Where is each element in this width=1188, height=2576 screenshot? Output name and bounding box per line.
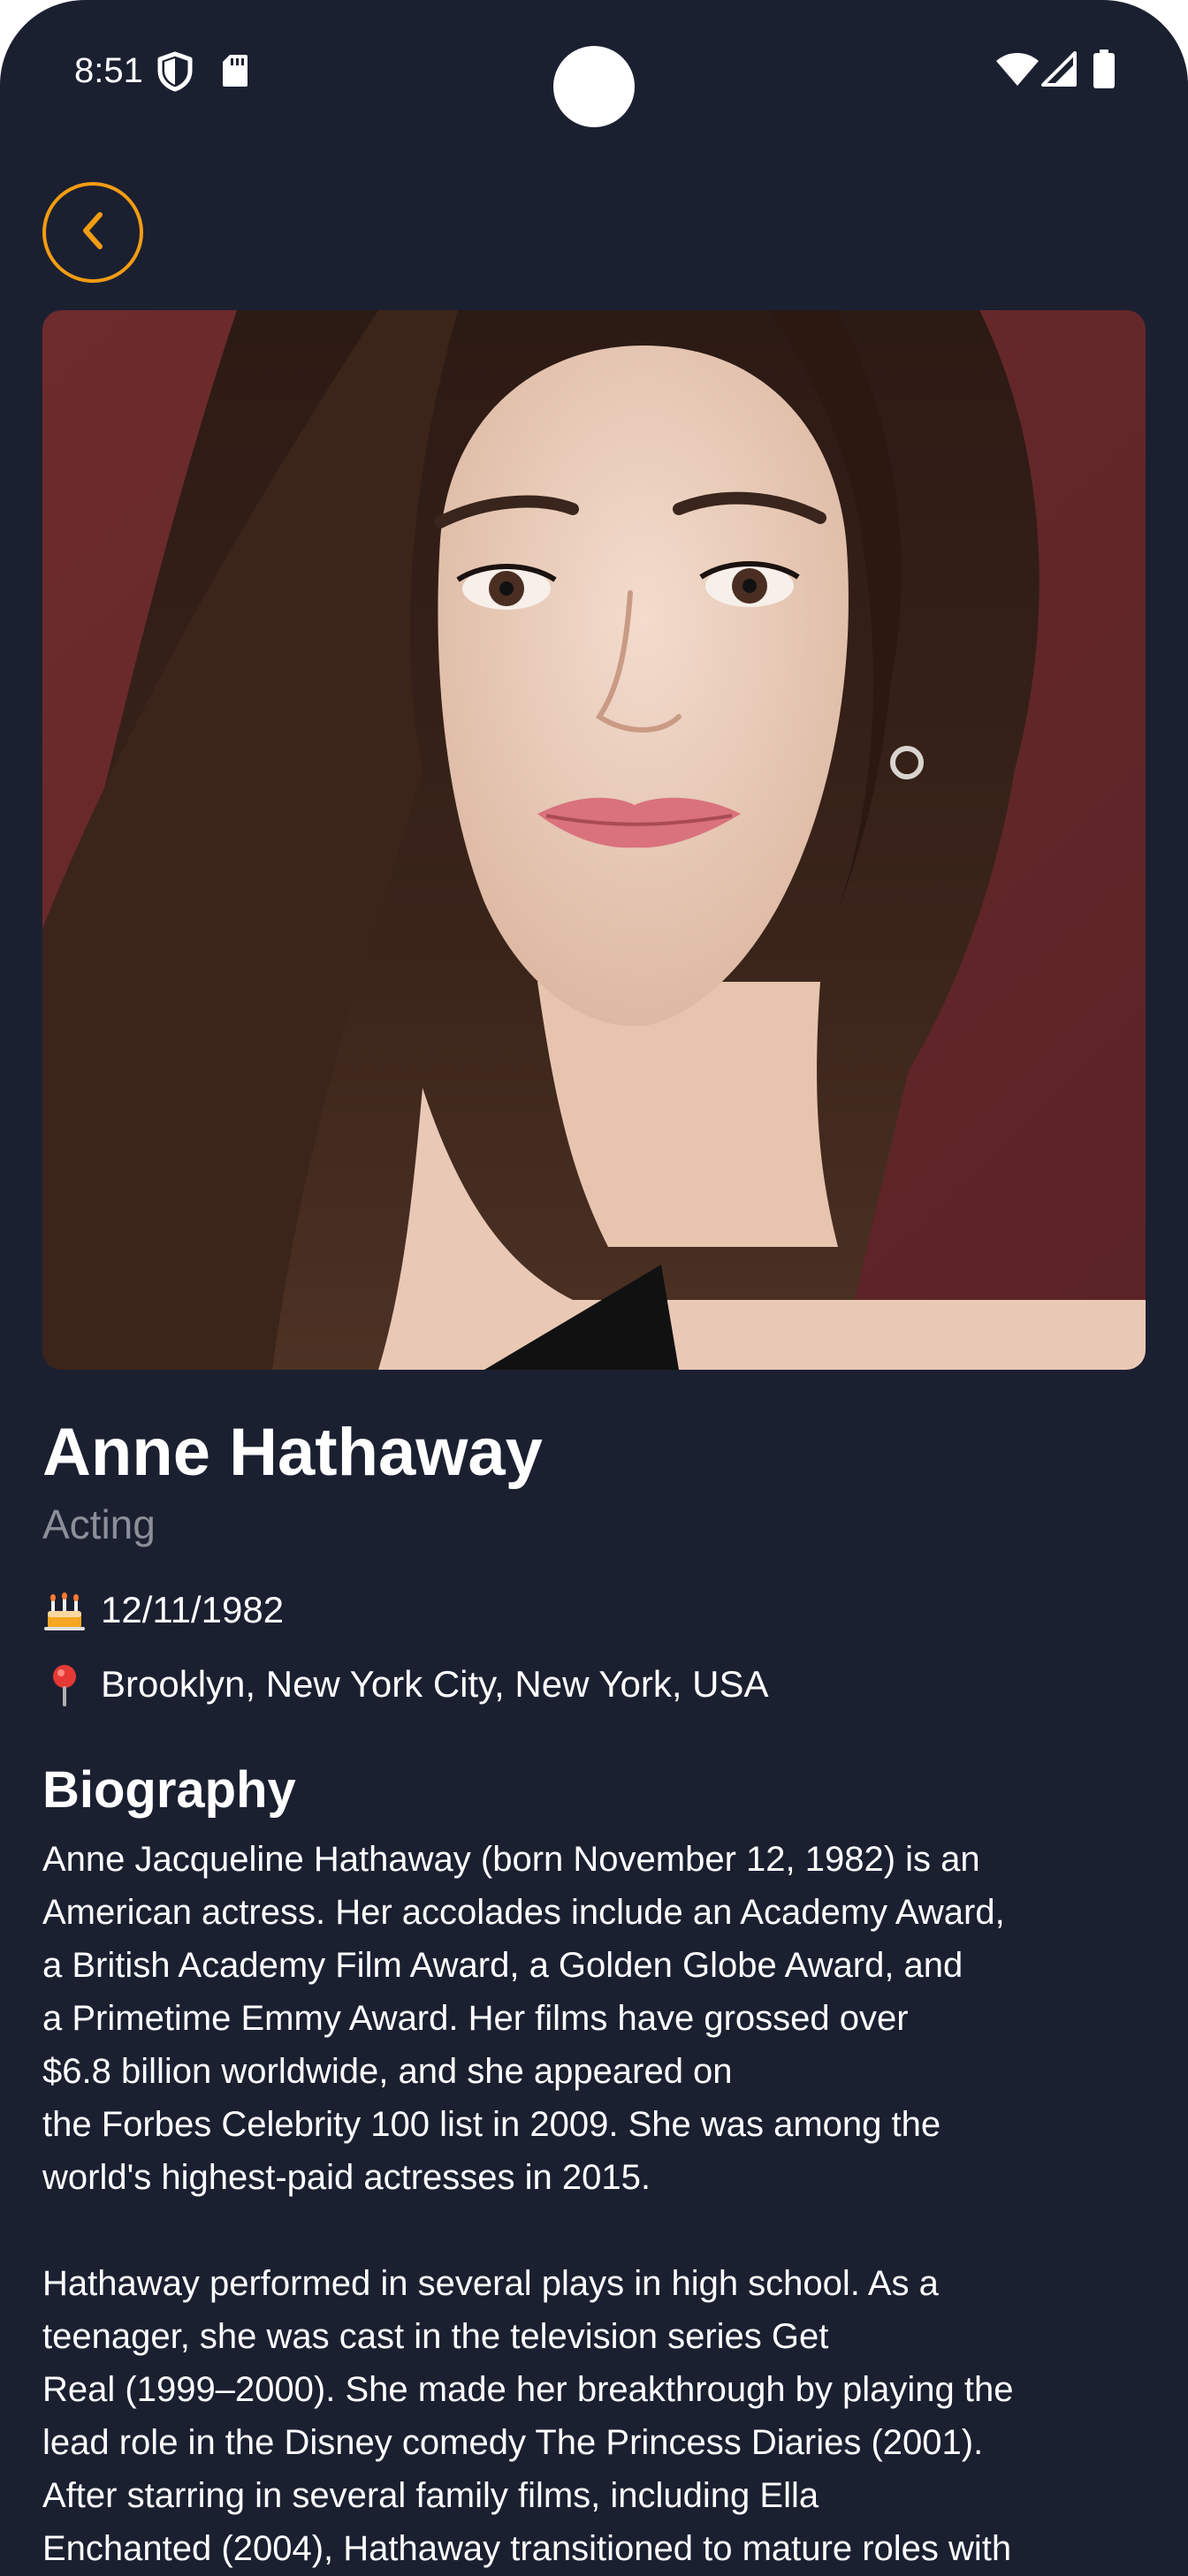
battery-icon xyxy=(1093,49,1116,93)
chevron-left-icon xyxy=(75,209,110,256)
map-pin-icon xyxy=(42,1662,87,1706)
person-detail-screen: 8:51 Anne Hathaway Acting 12/11/1982 Bro… xyxy=(0,0,1188,2576)
birthday-row: 12/11/1982 xyxy=(42,1582,284,1638)
cellular-signal-icon xyxy=(1041,51,1077,91)
camera-cutout xyxy=(553,46,635,127)
birthday-text: 12/11/1982 xyxy=(101,1589,285,1630)
place-of-birth-text: Brooklyn, New York City, New York, USA xyxy=(101,1663,769,1705)
person-department: Acting xyxy=(42,1501,156,1547)
person-name: Anne Hathaway xyxy=(42,1415,543,1490)
back-button[interactable] xyxy=(42,182,143,283)
wifi-icon xyxy=(995,53,1040,91)
place-of-birth-row: Brooklyn, New York City, New York, USA xyxy=(42,1656,769,1713)
biography-text: Anne Jacqueline Hathaway (born November … xyxy=(42,1840,1014,2568)
birthday-cake-icon xyxy=(42,1588,87,1632)
biography-heading: Biography xyxy=(42,1761,296,1819)
status-time: 8:51 xyxy=(74,51,143,90)
shield-icon xyxy=(156,51,194,96)
sd-card-icon xyxy=(221,53,249,93)
profile-photo xyxy=(42,310,1146,1370)
